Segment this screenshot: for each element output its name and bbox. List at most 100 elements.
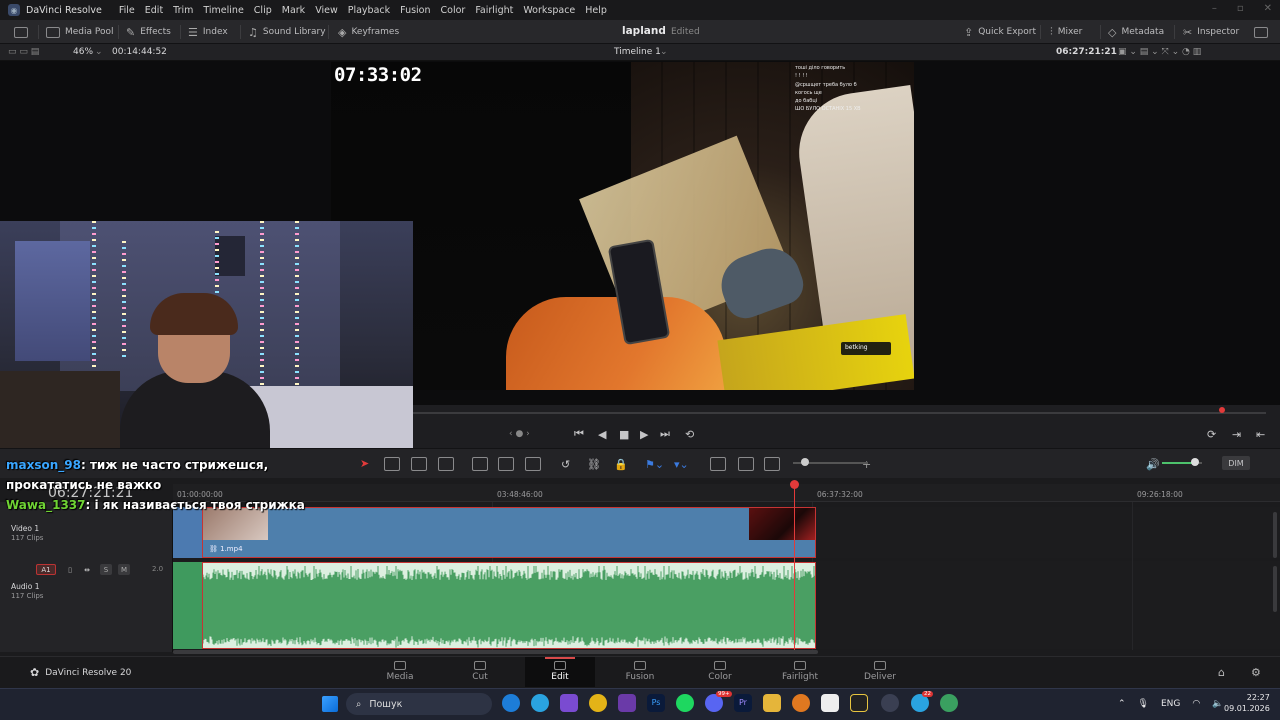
timeline-playhead[interactable]	[794, 484, 795, 650]
next-edit-icon[interactable]: ⇥	[1232, 420, 1241, 448]
sound-library-button[interactable]: ♫ Sound Library	[248, 20, 326, 44]
spotify-icon[interactable]	[676, 694, 694, 712]
quick-export-button[interactable]: ⇪ Quick Export	[964, 20, 1036, 44]
media-pool-button[interactable]: Media Pool	[46, 20, 114, 44]
page-tab-deliver[interactable]: Deliver	[845, 657, 915, 687]
audio-track-badge[interactable]: A1	[36, 564, 56, 575]
prev-edit-icon[interactable]: ⇤	[1256, 420, 1265, 448]
snapping-icon[interactable]: ↺	[561, 449, 570, 479]
dim-button[interactable]: DIM	[1222, 456, 1250, 470]
menu-file[interactable]: File	[114, 5, 140, 16]
taskbar-clock[interactable]: 22:27 09.01.2026	[1224, 692, 1270, 714]
menu-playback[interactable]: Playback	[343, 5, 395, 16]
menu-workspace[interactable]: Workspace	[518, 5, 580, 16]
audio-clip[interactable]	[202, 562, 816, 649]
start-button-icon[interactable]	[322, 696, 338, 712]
chevron-down-icon[interactable]: ⌄	[95, 47, 103, 57]
chrome-icon[interactable]	[589, 694, 607, 712]
close-icon[interactable]: ✕	[1264, 3, 1272, 14]
jog-control[interactable]: ‹ ● ›	[509, 420, 530, 448]
volume-knob[interactable]	[1191, 458, 1199, 466]
go-to-start-icon[interactable]: ⏮	[574, 420, 584, 448]
page-tab-edit[interactable]: Edit	[525, 657, 595, 687]
premiere-icon[interactable]: Pr	[734, 694, 752, 712]
edge-icon[interactable]	[502, 694, 520, 712]
wifi-icon[interactable]: ◠	[1192, 699, 1200, 709]
app-icon[interactable]	[850, 694, 868, 712]
gear-icon[interactable]: ⚙	[1251, 666, 1261, 679]
keyframes-button[interactable]: ◈ Keyframes	[338, 20, 399, 44]
home-icon[interactable]: ⌂	[1218, 666, 1225, 679]
audio-gap-clip[interactable]	[173, 562, 202, 649]
page-tab-cut[interactable]: Cut	[445, 657, 515, 687]
zoom-level[interactable]: 46%	[73, 47, 93, 57]
menu-fairlight[interactable]: Fairlight	[470, 5, 518, 16]
menu-timeline[interactable]: Timeline	[198, 5, 248, 16]
page-tab-color[interactable]: Color	[685, 657, 755, 687]
chevron-up-icon[interactable]: ⌃	[1118, 699, 1126, 709]
menu-clip[interactable]: Clip	[249, 5, 277, 16]
scrub-playhead[interactable]	[1219, 407, 1225, 413]
zoom-in-icon[interactable]: +	[862, 449, 871, 479]
overwrite-clip-icon[interactable]	[498, 457, 514, 471]
app-icon[interactable]	[618, 694, 636, 712]
maximize-icon[interactable]: ▫	[1237, 3, 1244, 14]
loop-icon[interactable]: ⟲	[685, 420, 694, 448]
folder-icon[interactable]	[763, 694, 781, 712]
lock-track-icon[interactable]: ▯	[64, 564, 76, 575]
menu-help[interactable]: Help	[580, 5, 612, 16]
audio-vertical-scrollbar[interactable]	[1273, 566, 1277, 612]
taskbar-search[interactable]: ⌕ Пошук	[346, 693, 492, 715]
page-tab-fairlight[interactable]: Fairlight	[765, 657, 835, 687]
volume-icon[interactable]: 🔈	[1212, 699, 1223, 709]
viewer-options-icons[interactable]: ▣ ⌄ ▤ ⌄ ⤧ ⌄ ◔ ▥	[1118, 47, 1201, 57]
telegram-icon[interactable]	[531, 694, 549, 712]
zoom-detail-icon[interactable]	[738, 457, 754, 471]
menu-mark[interactable]: Mark	[277, 5, 310, 16]
firefox-icon[interactable]	[792, 694, 810, 712]
menu-view[interactable]: View	[310, 5, 343, 16]
video-vertical-scrollbar[interactable]	[1273, 512, 1277, 558]
photoshop-icon[interactable]: Ps	[647, 694, 665, 712]
timeline-zoom-knob[interactable]	[801, 458, 809, 466]
solo-button[interactable]: S	[100, 564, 112, 575]
menu-fusion[interactable]: Fusion	[395, 5, 435, 16]
chrome-icon[interactable]	[940, 694, 958, 712]
language-indicator[interactable]: ENG	[1161, 699, 1180, 709]
viewer-scrub-bar[interactable]	[413, 412, 1266, 414]
timeline-selector[interactable]: Timeline 1	[614, 47, 661, 57]
replace-clip-icon[interactable]	[525, 457, 541, 471]
linked-selection-icon[interactable]: ⛓	[587, 449, 601, 479]
chevron-down-icon[interactable]: ⌄	[660, 47, 668, 57]
menu-trim[interactable]: Trim	[168, 5, 198, 16]
panel-toggle-button[interactable]	[1254, 20, 1268, 44]
layout-icon[interactable]: ▭ ▭ ▤	[8, 47, 39, 57]
app-icon[interactable]	[560, 694, 578, 712]
play-icon[interactable]: ▶	[640, 420, 648, 448]
microphone-icon[interactable]: 🎙	[1138, 699, 1149, 709]
marker-icon[interactable]: ▾⌄	[674, 449, 689, 479]
menu-color[interactable]: Color	[436, 5, 471, 16]
auto-track-icon[interactable]: ⇹	[81, 564, 93, 575]
metadata-button[interactable]: ◇ Metadata	[1108, 20, 1164, 44]
speaker-icon[interactable]: 🔊	[1146, 449, 1160, 479]
blade-tool-icon[interactable]	[438, 457, 454, 471]
match-frame-icon[interactable]: ⟳	[1207, 420, 1216, 448]
stop-icon[interactable]: ■	[619, 420, 629, 448]
minimize-icon[interactable]: –	[1212, 3, 1217, 14]
index-button[interactable]: ☰ Index	[188, 20, 228, 44]
zoom-custom-icon[interactable]	[764, 457, 780, 471]
mixer-button[interactable]: ⫶ Mixer	[1050, 20, 1082, 44]
inspector-button[interactable]: ✂ Inspector	[1183, 20, 1239, 44]
play-reverse-icon[interactable]: ◀	[598, 420, 606, 448]
file-icon[interactable]	[821, 694, 839, 712]
zoom-full-icon[interactable]	[710, 457, 726, 471]
insert-clip-icon[interactable]	[472, 457, 488, 471]
page-tab-media[interactable]: Media	[365, 657, 435, 687]
page-tab-fusion[interactable]: Fusion	[605, 657, 675, 687]
flag-icon[interactable]: ⚑⌄	[645, 449, 664, 479]
workspace-switch-button[interactable]	[14, 20, 28, 44]
lock-icon[interactable]: 🔒	[614, 449, 628, 479]
mute-button[interactable]: M	[118, 564, 130, 575]
go-to-end-icon[interactable]: ⏭	[660, 420, 670, 448]
